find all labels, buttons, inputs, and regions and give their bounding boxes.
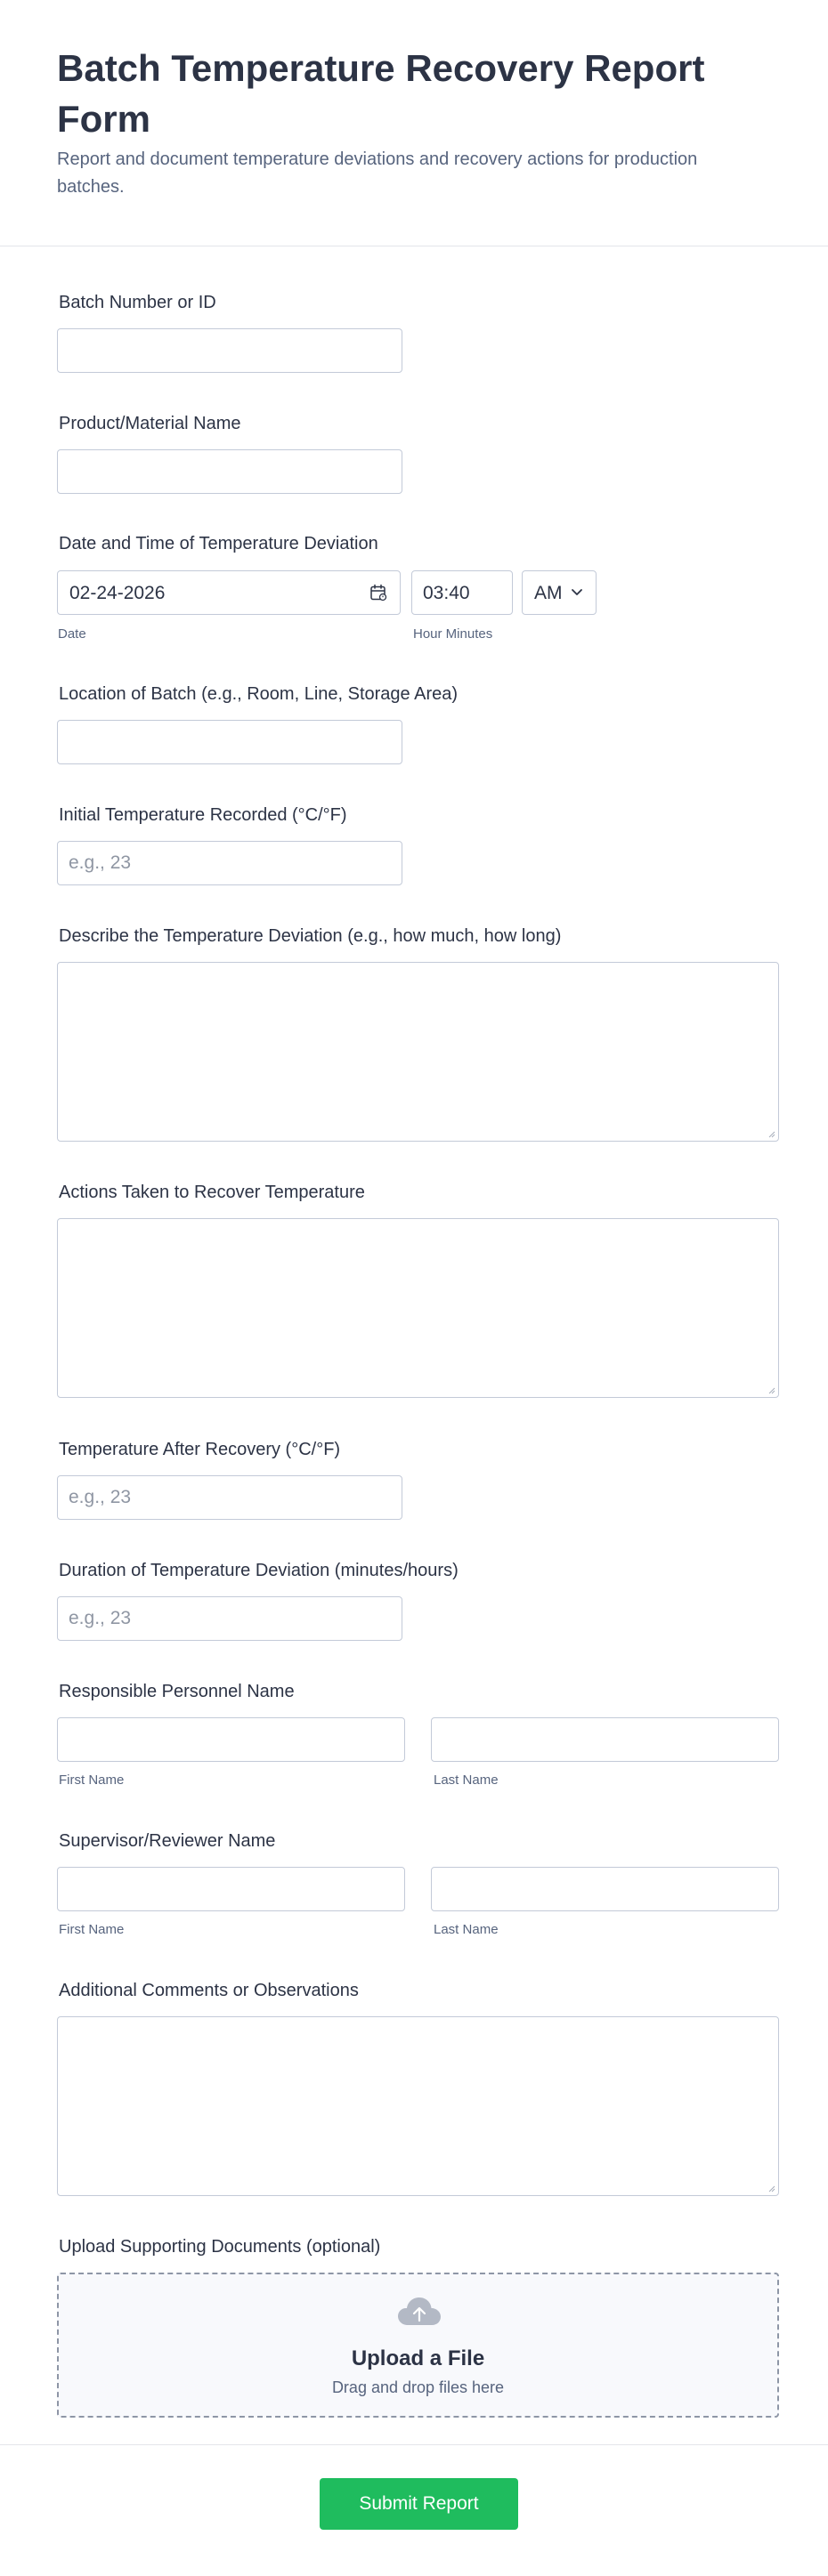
- chevron-down-icon: [572, 589, 582, 595]
- deviation-date-input[interactable]: 02-24-2026: [57, 570, 401, 615]
- deviation-time-value: 03:40: [423, 583, 470, 603]
- form-page: Batch Temperature Recovery Report Form R…: [0, 0, 828, 2576]
- ampm-value: AM: [534, 583, 563, 603]
- location-input[interactable]: [57, 720, 402, 764]
- supervisor-last-name-sublabel: Last Name: [434, 1922, 499, 1937]
- resize-grip-icon[interactable]: [767, 1385, 775, 1394]
- batch-number-input[interactable]: [57, 328, 402, 373]
- comments-textarea[interactable]: [57, 2016, 779, 2196]
- recovery-actions-textarea[interactable]: [57, 1218, 779, 1398]
- deviation-description-textarea[interactable]: [57, 962, 779, 1142]
- upload-label: Upload Supporting Documents (optional): [59, 2237, 381, 2257]
- deviation-time-input[interactable]: 03:40: [411, 570, 513, 615]
- file-upload-dropzone[interactable]: Upload a File Drag and drop files here: [57, 2273, 779, 2418]
- deviation-duration-input[interactable]: [57, 1596, 402, 1641]
- form-title: Batch Temperature Recovery Report Form: [57, 47, 705, 140]
- deviation-duration-label: Duration of Temperature Deviation (minut…: [59, 1561, 459, 1580]
- cloud-upload-icon: [398, 2297, 441, 2325]
- time-sublabel: Hour Minutes: [413, 626, 493, 642]
- comments-wrapper: [57, 2016, 779, 2196]
- form-subtitle: Report and document temperature deviatio…: [57, 149, 698, 197]
- responsible-last-name-sublabel: Last Name: [434, 1773, 499, 1788]
- supervisor-first-name-sublabel: First Name: [59, 1922, 125, 1937]
- recovery-actions-label: Actions Taken to Recover Temperature: [59, 1183, 365, 1202]
- product-name-label: Product/Material Name: [59, 414, 241, 433]
- deviation-description-wrapper: [57, 962, 779, 1142]
- submit-report-button[interactable]: Submit Report: [320, 2478, 518, 2530]
- temperature-after-input[interactable]: [57, 1475, 402, 1520]
- responsible-last-name-input[interactable]: [431, 1717, 779, 1762]
- initial-temperature-label: Initial Temperature Recorded (°C/°F): [59, 805, 347, 825]
- comments-label: Additional Comments or Observations: [59, 1981, 359, 2000]
- initial-temperature-input[interactable]: [57, 841, 402, 885]
- deviation-description-label: Describe the Temperature Deviation (e.g.…: [59, 926, 562, 946]
- upload-title: Upload a File: [351, 2346, 485, 2370]
- ampm-select[interactable]: AM: [522, 570, 597, 615]
- deviation-date-value: 02-24-2026: [69, 583, 166, 603]
- responsible-first-name-input[interactable]: [57, 1717, 405, 1762]
- batch-number-label: Batch Number or ID: [59, 293, 216, 312]
- responsible-personnel-label: Responsible Personnel Name: [59, 1682, 295, 1701]
- date-sublabel: Date: [58, 626, 86, 642]
- form-header: Batch Temperature Recovery Report Form R…: [0, 0, 828, 246]
- resize-grip-icon[interactable]: [767, 1129, 775, 1138]
- location-label: Location of Batch (e.g., Room, Line, Sto…: [59, 684, 459, 704]
- responsible-first-name-sublabel: First Name: [59, 1773, 125, 1788]
- deviation-datetime-label: Date and Time of Temperature Deviation: [59, 534, 378, 553]
- resize-grip-icon[interactable]: [767, 2184, 775, 2192]
- supervisor-last-name-input[interactable]: [431, 1867, 779, 1911]
- product-name-input[interactable]: [57, 449, 402, 494]
- footer-divider: [0, 2444, 828, 2445]
- upload-subtitle: Drag and drop files here: [331, 2378, 505, 2396]
- supervisor-first-name-input[interactable]: [57, 1867, 405, 1911]
- calendar-icon[interactable]: [369, 584, 387, 602]
- supervisor-label: Supervisor/Reviewer Name: [59, 1831, 276, 1851]
- recovery-actions-wrapper: [57, 1218, 779, 1398]
- temperature-after-label: Temperature After Recovery (°C/°F): [59, 1440, 341, 1459]
